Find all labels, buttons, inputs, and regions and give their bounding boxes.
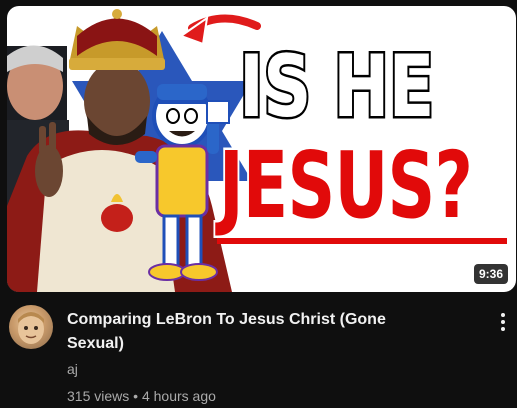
channel-avatar[interactable] bbox=[9, 305, 53, 349]
thumbnail-headline-line1: IS HE bbox=[237, 37, 436, 137]
duration-badge: 9:36 bbox=[473, 264, 508, 284]
channel-name[interactable]: aj bbox=[67, 361, 78, 377]
video-metadata: 315 views • 4 hours ago bbox=[67, 388, 216, 404]
meta-separator: • bbox=[133, 388, 139, 404]
thumbnail-headline-line2: JESUS? bbox=[217, 132, 475, 239]
more-vert-icon[interactable] bbox=[495, 309, 511, 335]
video-thumbnail[interactable]: IS HE JESUS? 9:36 bbox=[7, 6, 516, 292]
view-count: 315 views bbox=[67, 388, 130, 404]
video-title[interactable]: Comparing LeBron To Jesus Christ (Gone S… bbox=[67, 308, 447, 356]
upload-age: 4 hours ago bbox=[141, 388, 216, 404]
menu-dot bbox=[501, 327, 505, 331]
avatar-face-icon bbox=[18, 312, 44, 344]
menu-dot bbox=[501, 313, 505, 317]
menu-dot bbox=[501, 320, 505, 324]
